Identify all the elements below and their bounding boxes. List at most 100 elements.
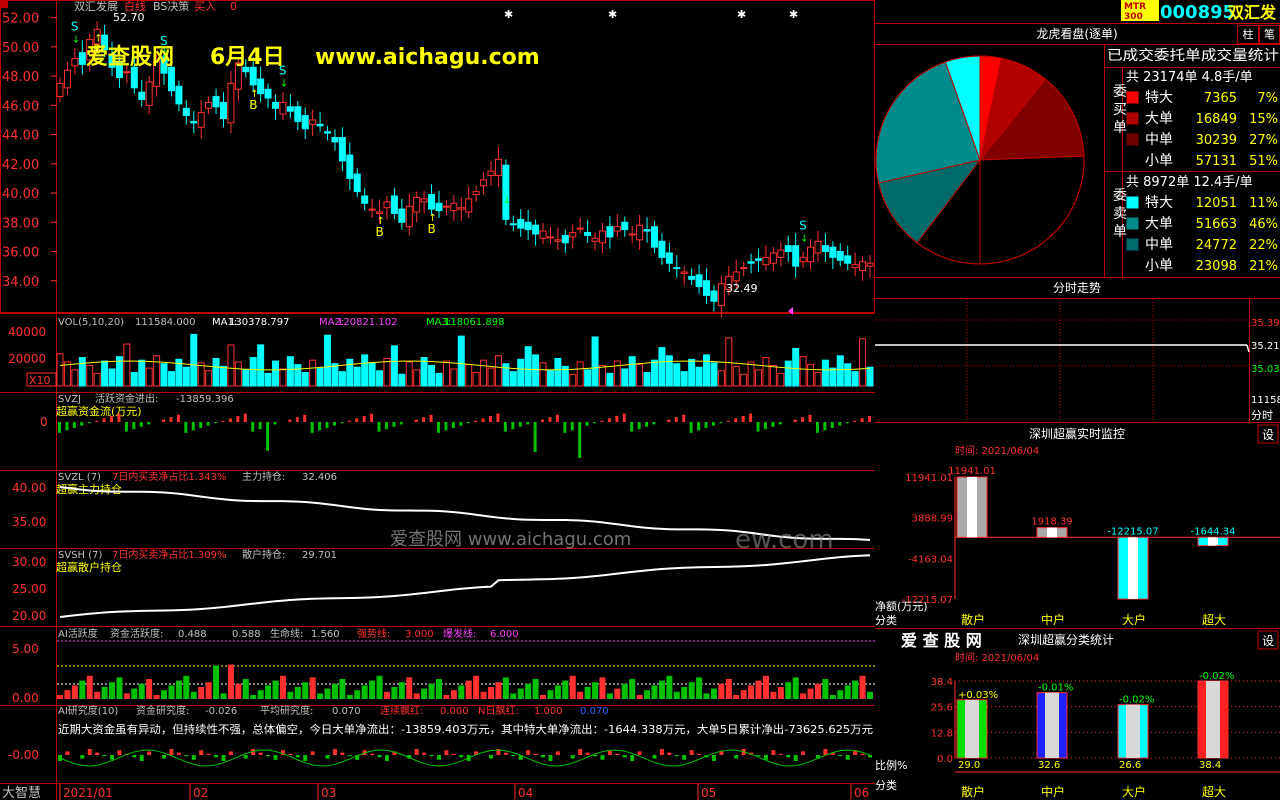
- volume-bar: [680, 371, 688, 387]
- row-pct: 46%: [1249, 217, 1278, 232]
- svzj-bar: [734, 418, 738, 422]
- svzj-bar: [117, 413, 121, 422]
- ai2-bar: [630, 755, 635, 761]
- dragon-mode-buttons: 柱 笔: [1237, 24, 1280, 44]
- volume-bar: [182, 366, 190, 387]
- date-tick: 06: [854, 786, 869, 800]
- price-tick: 36.00: [2, 246, 39, 261]
- svzj-bar: [667, 419, 671, 422]
- ai-bar: [257, 690, 264, 699]
- monitor-bar-label: 11941.01: [948, 466, 996, 477]
- candle-body: [524, 221, 532, 231]
- candle-body: [182, 107, 190, 117]
- classify-settings-label[interactable]: 设: [1262, 634, 1274, 648]
- candle-body: [777, 249, 785, 258]
- svsh-line: [59, 554, 871, 618]
- row-swatch: [1126, 196, 1139, 209]
- svzj-bar: [124, 422, 128, 432]
- row-pct: 7%: [1257, 91, 1278, 106]
- svzj-bar: [555, 414, 559, 422]
- candle-body: [628, 233, 636, 236]
- classify-value: 38.4: [1199, 760, 1221, 771]
- volume-bar: [390, 345, 398, 387]
- ai-bar: [428, 683, 435, 699]
- row-swatch: [1126, 112, 1139, 125]
- main-chart-area[interactable]: 双汇发展 白线 BS决策 买入 0 52.70 52.0050.0048.004…: [0, 0, 875, 800]
- volume-bar: [740, 373, 748, 387]
- ai-bar: [458, 685, 465, 699]
- volume-bar: [502, 363, 510, 387]
- volume-bar: [725, 337, 733, 387]
- ai-bar: [725, 679, 732, 699]
- candle-body: [517, 218, 525, 229]
- ai2-bar: [511, 755, 516, 757]
- svzj-bar: [481, 418, 485, 422]
- volume-bar: [197, 362, 205, 387]
- ai-bar: [488, 687, 495, 699]
- intraday-tick-2: 35.03: [1251, 364, 1280, 375]
- svzj-bar: [674, 417, 678, 422]
- pillar-button[interactable]: 柱: [1237, 25, 1259, 44]
- high-price-label: 52.70: [113, 11, 145, 24]
- svsh-tick-30: 30.00: [12, 555, 46, 569]
- classify-change: -0.01%: [1038, 683, 1073, 694]
- ai-bar: [696, 677, 703, 699]
- volume-bar: [145, 367, 153, 387]
- ai-bar: [413, 693, 420, 699]
- ai-bar: [383, 691, 390, 699]
- candle-body: [465, 198, 473, 213]
- ai-bar: [644, 690, 651, 699]
- stock-short-name: 双汇发: [1228, 3, 1277, 22]
- volume-bar: [138, 359, 146, 387]
- svzj-bar: [548, 417, 552, 422]
- ai2-bar: [801, 751, 806, 755]
- candle-body: [762, 256, 770, 266]
- candle-body: [814, 240, 822, 254]
- candle-body: [532, 224, 540, 235]
- mtr-tag-line1: MTR: [1124, 2, 1146, 12]
- ai2-label: AI研究度(10): [58, 704, 118, 717]
- stock-code[interactable]: 000895: [1160, 2, 1235, 23]
- svzj-bar: [451, 422, 455, 428]
- ai2-bar: [147, 751, 152, 755]
- watermark-center: 爱查股网 www.aichagu.com: [390, 529, 631, 550]
- ai2-bar: [578, 749, 583, 755]
- ai-bar: [71, 685, 78, 699]
- sell-signal: S: [502, 180, 510, 194]
- monitor-settings-label[interactable]: 设: [1262, 428, 1274, 442]
- candle-body: [279, 101, 287, 115]
- ai2-bar: [593, 755, 598, 757]
- svzj-bar: [422, 417, 426, 422]
- volume-bar: [428, 364, 436, 387]
- svzj-bar: [860, 418, 864, 422]
- side-char: 买: [1113, 102, 1127, 118]
- volume-bar: [814, 372, 822, 387]
- candle-body: [205, 101, 213, 109]
- candle-body: [56, 82, 64, 98]
- candle-body: [309, 119, 317, 125]
- ai2-tick: -0.00: [8, 748, 39, 762]
- candle-body: [606, 226, 614, 238]
- svzj-bar: [392, 422, 396, 427]
- candle-body: [755, 258, 763, 261]
- volume-bar: [450, 368, 458, 387]
- candle-body: [190, 120, 198, 124]
- star-marker: ✱: [504, 8, 513, 21]
- ai-bar: [710, 688, 717, 699]
- sell-arrow: ↓: [503, 195, 511, 206]
- ai2-bar: [340, 752, 345, 755]
- ai2-bar: [444, 750, 449, 755]
- ai2-bar: [95, 752, 100, 755]
- ai-bar: [168, 685, 175, 699]
- volume-bar: [584, 369, 592, 387]
- ai-bar: [577, 691, 584, 699]
- ai-bar: [777, 687, 784, 699]
- svzj-bar: [489, 416, 493, 422]
- ai-bar: [346, 695, 353, 699]
- svzj-tick-0: 0: [40, 415, 48, 429]
- svsh-tick-25: 25.00: [12, 582, 46, 596]
- monitor-bar-highlight: [967, 477, 977, 538]
- pen-button[interactable]: 笔: [1259, 25, 1280, 44]
- ai-bar: [324, 688, 331, 699]
- ai-bar: [666, 675, 673, 699]
